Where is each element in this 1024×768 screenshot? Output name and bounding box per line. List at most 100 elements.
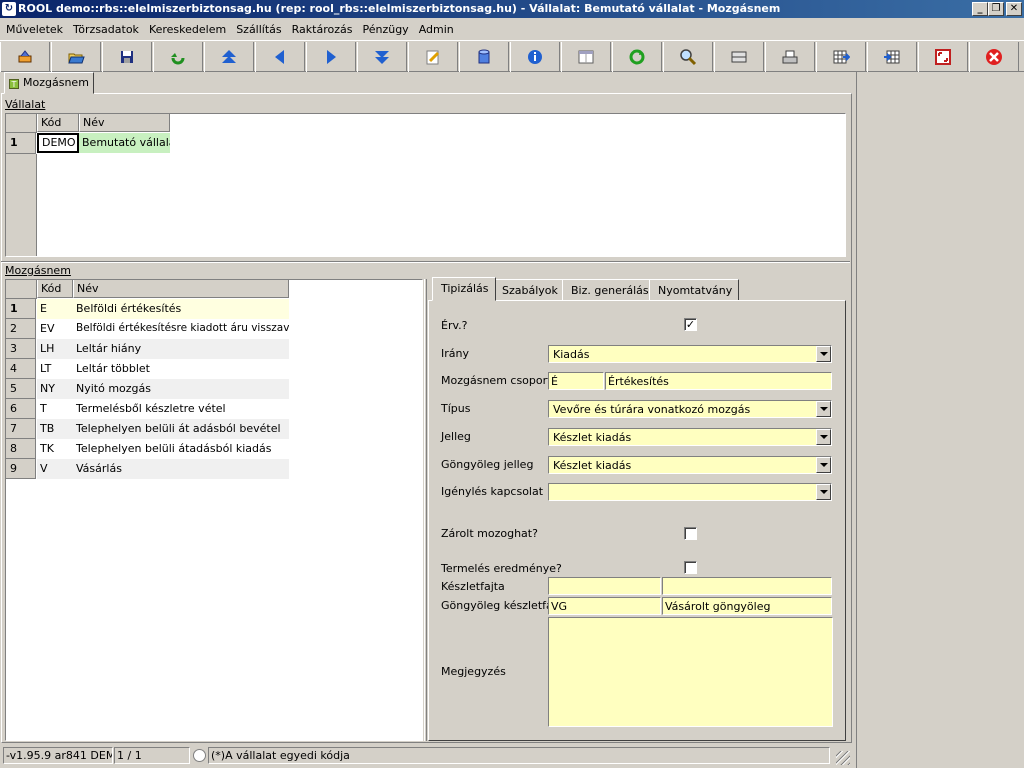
tab-szabalyok[interactable]: Szabályok: [493, 279, 565, 301]
row-number[interactable]: 5: [6, 379, 36, 399]
nev-cell[interactable]: Belföldi értékesítésre kiadott áru vissz…: [73, 319, 289, 339]
row-number[interactable]: 4: [6, 359, 36, 379]
nev-cell[interactable]: Leltár hiány: [73, 339, 289, 359]
tab-biz-generalas[interactable]: Biz. generálás: [562, 279, 656, 301]
nev-cell[interactable]: Vásárlás: [73, 459, 289, 479]
col-header-nev[interactable]: Név: [73, 280, 289, 298]
vallalat-nev-cell[interactable]: Bemutató vállalat: [79, 133, 170, 153]
vallalat-grid[interactable]: Kód Név 1 DEMO Bemutató vállalat: [5, 113, 846, 257]
close-form-button[interactable]: [969, 42, 1019, 72]
megjegyzes-textarea[interactable]: [548, 617, 833, 727]
irany-select[interactable]: Kiadás: [548, 345, 832, 363]
grid-import-button[interactable]: [867, 42, 917, 72]
search-icon: [680, 49, 697, 66]
last-record-button[interactable]: [357, 42, 407, 72]
kod-cell[interactable]: TK: [37, 439, 73, 459]
menu-szallitas[interactable]: Szállítás: [230, 19, 285, 40]
row-number[interactable]: 6: [6, 399, 36, 419]
save-button[interactable]: [102, 42, 152, 72]
termeles-checkbox[interactable]: [684, 561, 697, 574]
gongyoleg-keszletfajta-code-field[interactable]: VG: [548, 597, 661, 615]
chevron-down-icon[interactable]: [816, 346, 831, 362]
menu-kereskedelem[interactable]: Kereskedelem: [143, 19, 230, 40]
chevron-down-icon[interactable]: [816, 484, 831, 500]
vertical-splitter[interactable]: [424, 279, 427, 741]
csoport-name-field[interactable]: Értékesítés: [605, 372, 832, 390]
splitter[interactable]: [1, 261, 850, 263]
prev-record-button[interactable]: [255, 42, 305, 72]
chevron-down-icon[interactable]: [816, 401, 831, 417]
row-number[interactable]: 1: [6, 299, 36, 319]
refresh-button[interactable]: [153, 42, 203, 72]
row-header-strip: [6, 154, 37, 256]
tab-mozgasnem[interactable]: T Mozgásnem: [4, 72, 94, 94]
kod-cell[interactable]: LT: [37, 359, 73, 379]
row-number[interactable]: 1: [6, 133, 36, 154]
resize-grip-icon[interactable]: [836, 751, 850, 765]
erv-checkbox[interactable]: ✓: [684, 318, 697, 331]
window-button[interactable]: [561, 42, 611, 72]
tab-tipizalas[interactable]: Tipizálás: [432, 277, 496, 301]
nev-cell[interactable]: Nyitó mozgás: [73, 379, 289, 399]
chevron-down-icon[interactable]: [816, 457, 831, 473]
menu-muveletek[interactable]: Műveletek: [0, 19, 67, 40]
nev-cell[interactable]: Termelésből készletre vétel: [73, 399, 289, 419]
gongyoleg-jelleg-select[interactable]: Készlet kiadás: [548, 456, 832, 474]
col-header-kod[interactable]: Kód: [37, 280, 73, 298]
first-record-button[interactable]: [204, 42, 254, 72]
row-number[interactable]: 7: [6, 419, 36, 439]
chevron-down-icon[interactable]: [816, 429, 831, 445]
info-button[interactable]: [510, 42, 560, 72]
nev-cell[interactable]: Leltár többlet: [73, 359, 289, 379]
row-number[interactable]: 2: [6, 319, 36, 339]
csoport-code-field[interactable]: É: [548, 372, 604, 390]
grid-export-icon: [833, 50, 850, 64]
menu-penzugy[interactable]: Pénzügy: [356, 19, 412, 40]
kod-cell[interactable]: NY: [37, 379, 73, 399]
jelleg-value: Készlet kiadás: [553, 431, 632, 444]
menu-admin[interactable]: Admin: [413, 19, 458, 40]
tools-button[interactable]: [0, 42, 50, 72]
restore-button[interactable]: ❐: [988, 2, 1004, 16]
zarolt-checkbox[interactable]: [684, 527, 697, 540]
resize-rows-button[interactable]: [714, 42, 764, 72]
close-window-button[interactable]: ✕: [1006, 2, 1022, 16]
kod-cell[interactable]: EV: [37, 319, 73, 339]
mozgasnem-grid[interactable]: Kód Név 1 E Belföldi értékesítés 2 EV Be…: [5, 279, 423, 741]
grid-export-button[interactable]: [816, 42, 866, 72]
status-radio[interactable]: [193, 749, 206, 762]
print-button[interactable]: [765, 42, 815, 72]
kod-cell[interactable]: E: [37, 299, 73, 319]
tipus-select[interactable]: Vevőre és túrára vonatkozó mozgás: [548, 400, 832, 418]
keszletfajta-name-field[interactable]: [662, 577, 832, 595]
tab-nyomtatvany[interactable]: Nyomtatvány: [649, 279, 740, 301]
menu-raktarozas[interactable]: Raktározás: [286, 19, 357, 40]
database-button[interactable]: [459, 42, 509, 72]
maximize-button[interactable]: [918, 42, 968, 72]
open-button[interactable]: [51, 42, 101, 72]
col-header-kod[interactable]: Kód: [37, 114, 79, 132]
reload-button[interactable]: [612, 42, 662, 72]
kod-cell[interactable]: TB: [37, 419, 73, 439]
keszletfajta-code-field[interactable]: [548, 577, 661, 595]
search-button[interactable]: [663, 42, 713, 72]
nev-cell[interactable]: Telephelyen belüli át adásból bevétel: [73, 419, 289, 439]
row-number[interactable]: 9: [6, 459, 36, 479]
jelleg-select[interactable]: Készlet kiadás: [548, 428, 832, 446]
igenyles-select[interactable]: [548, 483, 832, 501]
termeles-label: Termelés eredménye?: [441, 562, 562, 575]
kod-cell[interactable]: LH: [37, 339, 73, 359]
row-number[interactable]: 3: [6, 339, 36, 359]
nev-cell[interactable]: Telephelyen belüli átadásból kiadás: [73, 439, 289, 459]
vallalat-kod-cell[interactable]: DEMO: [37, 133, 79, 153]
minimize-button[interactable]: _: [972, 2, 988, 16]
col-header-nev[interactable]: Név: [79, 114, 170, 132]
gongyoleg-keszletfajta-name-field[interactable]: Vásárolt göngyöleg: [662, 597, 832, 615]
kod-cell[interactable]: T: [37, 399, 73, 419]
kod-cell[interactable]: V: [37, 459, 73, 479]
row-number[interactable]: 8: [6, 439, 36, 459]
next-record-button[interactable]: [306, 42, 356, 72]
menu-torzsadatok[interactable]: Törzsadatok: [67, 19, 143, 40]
nev-cell[interactable]: Belföldi értékesítés: [73, 299, 289, 319]
edit-button[interactable]: [408, 42, 458, 72]
